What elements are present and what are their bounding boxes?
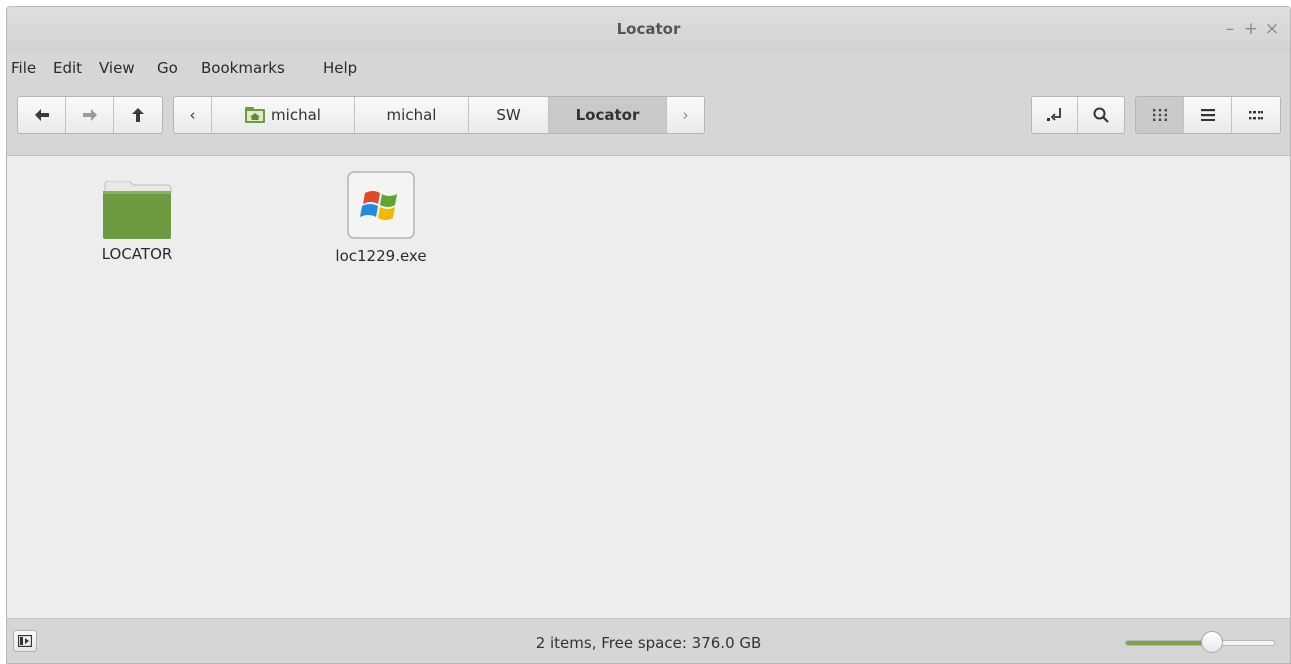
folder-icon: [103, 181, 172, 239]
location-entry-icon: [1046, 108, 1061, 121]
file-name: LOCATOR: [101, 245, 173, 263]
home-folder-icon: [245, 107, 266, 123]
toolbar: ‹ michal michal SW Locator ›: [7, 89, 1290, 156]
view-mode-group: [1135, 96, 1281, 134]
menu-file[interactable]: File: [11, 59, 36, 77]
file-view[interactable]: LOCATOR loc1229.exe: [7, 157, 1290, 618]
up-button[interactable]: [114, 97, 162, 133]
status-text: 2 items, Free space: 376.0 GB: [535, 634, 762, 652]
menubar: File Edit View Go Bookmarks Help: [7, 53, 1290, 89]
search-button[interactable]: [1078, 97, 1124, 133]
close-button[interactable]: ×: [1263, 19, 1281, 39]
statusbar: 2 items, Free space: 376.0 GB: [7, 618, 1290, 663]
arrow-right-icon: [82, 109, 97, 121]
menu-help[interactable]: Help: [323, 59, 357, 77]
zoom-slider-handle[interactable]: [1201, 631, 1223, 653]
maximize-button[interactable]: +: [1242, 19, 1260, 39]
search-icon: [1093, 107, 1109, 123]
zoom-track: [1125, 640, 1275, 646]
menu-edit[interactable]: Edit: [53, 59, 82, 77]
breadcrumb-label: michal: [386, 106, 437, 124]
file-item-locator-folder[interactable]: LOCATOR: [67, 181, 207, 263]
menu-go[interactable]: Go: [157, 59, 178, 77]
file-manager-window: Locator – + × File Edit View Go Bookmark…: [6, 6, 1291, 664]
location-toggle-button[interactable]: [1032, 97, 1079, 133]
breadcrumb-label: michal: [271, 106, 321, 124]
icon-view-icon: [1152, 109, 1167, 121]
breadcrumb-item-sw[interactable]: SW: [469, 97, 549, 133]
file-item-loc1229-exe[interactable]: loc1229.exe: [311, 171, 451, 265]
window-title: Locator: [616, 20, 681, 38]
path-scroll-right-button[interactable]: ›: [667, 97, 704, 133]
breadcrumb-label: SW: [496, 106, 521, 124]
breadcrumb: ‹ michal michal SW Locator ›: [173, 96, 705, 134]
compact-view-button[interactable]: [1232, 97, 1280, 133]
icon-view-button[interactable]: [1136, 97, 1184, 133]
zoom-slider[interactable]: [1125, 631, 1275, 653]
breadcrumb-item-locator[interactable]: Locator: [549, 97, 667, 133]
arrow-up-icon: [132, 108, 144, 122]
menu-view[interactable]: View: [99, 59, 135, 77]
arrow-left-icon: [34, 109, 49, 121]
back-button[interactable]: [18, 97, 66, 133]
forward-button[interactable]: [66, 97, 114, 133]
nav-button-group: [17, 96, 163, 134]
list-view-icon: [1200, 109, 1215, 121]
minimize-button[interactable]: –: [1221, 19, 1239, 39]
zoom-fill: [1126, 641, 1213, 645]
breadcrumb-label: Locator: [575, 106, 640, 124]
list-view-button[interactable]: [1184, 97, 1232, 133]
file-name: loc1229.exe: [335, 247, 427, 265]
path-scroll-left-button[interactable]: ‹: [174, 97, 212, 133]
compact-view-icon: [1249, 111, 1263, 120]
tools-button-group: [1031, 96, 1125, 134]
titlebar[interactable]: Locator – + ×: [7, 7, 1290, 53]
menu-bookmarks[interactable]: Bookmarks: [201, 59, 285, 77]
windows-executable-icon: [347, 171, 415, 239]
breadcrumb-item-home[interactable]: michal: [212, 97, 355, 133]
breadcrumb-item-michal[interactable]: michal: [355, 97, 469, 133]
